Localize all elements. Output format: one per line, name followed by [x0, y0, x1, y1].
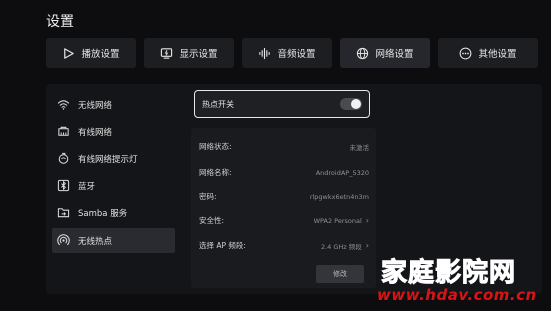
- display-icon: [161, 47, 173, 59]
- site-watermark: 家庭影院网 www.hdav.com.cn: [375, 252, 551, 311]
- tab-label: 显示设置: [179, 49, 218, 60]
- sidebar-item-label: 无线热点: [78, 236, 113, 247]
- info-value: AndroidAP_5320: [316, 169, 369, 177]
- info-row-security[interactable]: 安全性: WPA2 Personal ›: [199, 215, 369, 226]
- tab-label: 音频设置: [277, 49, 316, 60]
- ethernet-icon: [58, 126, 69, 136]
- hotspot-icon: [57, 234, 70, 246]
- network-name-value: AndroidAP_5320: [315, 168, 369, 177]
- globe-icon: [357, 47, 369, 59]
- hotspot-switch-label: 热点开关: [202, 99, 234, 109]
- info-value: rlpgwkx6etn4n3m: [310, 193, 369, 201]
- tab-label: 播放设置: [81, 49, 120, 60]
- info-label: 网络名称:: [199, 168, 232, 177]
- audio-wave-icon: [259, 47, 271, 59]
- sidebar-item-hotspot[interactable]: 无线热点: [52, 228, 175, 253]
- bluetooth-icon: [57, 179, 70, 192]
- sidebar-item-samba[interactable]: Samba 服务: [52, 200, 175, 225]
- info-row-band[interactable]: 选择 AP 频段: 2.4 GHz 频段 ›: [199, 240, 369, 251]
- info-value: WPA2 Personal ›: [314, 216, 369, 225]
- info-row-password[interactable]: 密码: rlpgwkx6etn4n3m: [199, 191, 369, 202]
- sidebar-item-ethernet[interactable]: 有线网络: [52, 119, 175, 144]
- tab-label: 其他设置: [478, 49, 517, 60]
- settings-tabbar: 播放设置 显示设置 音频设置 网络设置 其他设置: [46, 38, 542, 68]
- info-label: 网络状态:: [199, 142, 232, 151]
- password-value: rlpgwkx6etn4n3m: [309, 192, 369, 201]
- watermark-title: 家庭影院网: [380, 258, 517, 289]
- tab-display[interactable]: 显示设置: [144, 38, 234, 68]
- network-status-value: 未激活: [349, 143, 370, 152]
- watermark-url: www.hdav.com.cn: [377, 286, 537, 304]
- tab-label: 网络设置: [375, 49, 414, 60]
- edit-button[interactable]: 修改: [316, 265, 364, 283]
- sidebar-item-label: 有线网络提示灯: [78, 154, 138, 165]
- tab-other[interactable]: 其他设置: [438, 38, 538, 68]
- info-value: 2.4 GHz 频段 ›: [321, 241, 369, 251]
- hotspot-switch-row[interactable]: 热点开关: [194, 90, 370, 118]
- hotspot-info-box: 网络状态: 未激活 网络名称: AndroidAP_5320 密码: rlpgw…: [191, 128, 376, 288]
- more-icon: [460, 47, 472, 59]
- tab-network[interactable]: 网络设置: [340, 38, 430, 68]
- tab-playback[interactable]: 播放设置: [46, 38, 136, 68]
- folder-share-icon: [57, 208, 70, 218]
- sidebar-item-wifi[interactable]: 无线网络: [52, 92, 175, 117]
- chevron-right-icon: ›: [365, 216, 369, 225]
- info-label: 密码:: [199, 192, 217, 201]
- security-value: WPA2 Personal: [313, 216, 362, 225]
- sidebar-item-indicator-light[interactable]: 有线网络提示灯: [52, 146, 175, 171]
- toggle-knob: [351, 99, 361, 109]
- wifi-icon: [57, 100, 70, 110]
- sidebar-item-label: 有线网络: [78, 127, 113, 138]
- play-icon: [64, 47, 75, 59]
- sidebar-item-label: 无线网络: [78, 100, 113, 111]
- info-value: 未激活: [350, 142, 370, 152]
- info-label: 选择 AP 频段:: [199, 241, 246, 250]
- info-row-ssid[interactable]: 网络名称: AndroidAP_5320: [199, 167, 369, 178]
- page-title: 设置: [46, 14, 74, 30]
- lightbulb-icon: [58, 152, 69, 164]
- hotspot-toggle[interactable]: [340, 98, 362, 110]
- info-label: 安全性:: [199, 216, 225, 225]
- sidebar-item-label: Samba 服务: [78, 208, 128, 219]
- sidebar-item-bluetooth[interactable]: 蓝牙: [52, 173, 175, 198]
- info-row-status: 网络状态: 未激活: [199, 141, 369, 152]
- band-value: 2.4 GHz 频段: [320, 242, 362, 251]
- tab-audio[interactable]: 音频设置: [242, 38, 332, 68]
- sidebar-item-label: 蓝牙: [78, 181, 96, 192]
- chevron-right-icon: ›: [365, 241, 369, 250]
